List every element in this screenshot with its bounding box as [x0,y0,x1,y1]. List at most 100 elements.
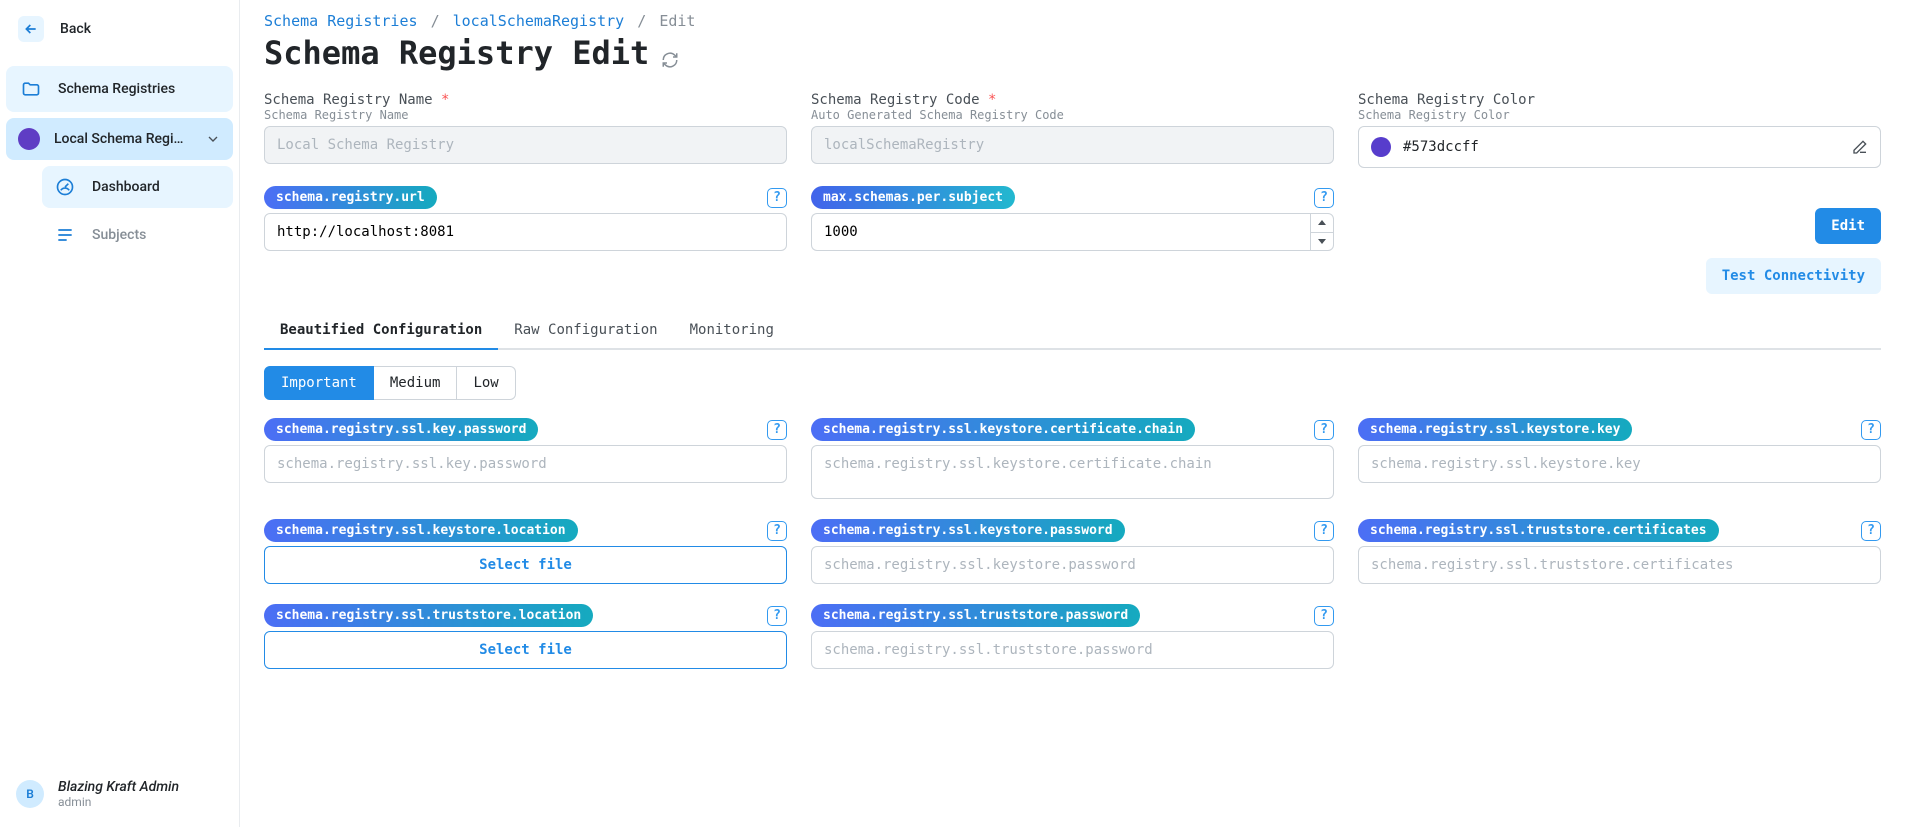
tab-raw[interactable]: Raw Configuration [498,312,673,350]
config-item: schema.registry.ssl.keystore.certificate… [811,418,1334,499]
field-registry-code: Schema Registry Code * Auto Generated Sc… [811,92,1334,168]
help-icon[interactable]: ? [1861,521,1881,541]
field-url: schema.registry.url ? [264,186,787,294]
help-icon[interactable]: ? [1314,521,1334,541]
sidebar-item-subjects[interactable]: Subjects [42,214,233,256]
config-textarea[interactable] [811,445,1334,499]
code-input [811,126,1334,164]
avatar-initial: B [26,787,34,801]
help-icon[interactable]: ? [1314,606,1334,626]
sidebar-subnav: Dashboard Subjects [6,166,233,262]
avatar: B [16,780,44,808]
sidebar-item-label: Subjects [92,227,146,243]
importance-low[interactable]: Low [457,366,515,400]
field-help: Schema Registry Name [264,108,787,122]
sidebar-item-label: Local Schema Regi… [54,131,183,147]
help-icon[interactable]: ? [767,606,787,626]
field-help: Auto Generated Schema Registry Code [811,108,1334,122]
color-swatch [1371,137,1391,157]
config-key-pill: schema.registry.ssl.keystore.location [264,519,578,542]
refresh-icon[interactable] [661,51,679,69]
field-max-schemas: max.schemas.per.subject ? [811,186,1334,294]
select-file-button[interactable]: Select file [264,546,787,584]
user-info: Blazing Kraft Admin admin [58,779,179,809]
test-connectivity-button[interactable]: Test Connectivity [1706,258,1881,294]
config-item: schema.registry.ssl.truststore.password? [811,604,1334,669]
breadcrumb-sep: / [633,12,650,30]
config-key-pill: max.schemas.per.subject [811,186,1015,209]
config-key-pill: schema.registry.ssl.keystore.password [811,519,1125,542]
importance-medium[interactable]: Medium [374,366,458,400]
breadcrumb-link-registry[interactable]: localSchemaRegistry [453,12,625,30]
field-label: Schema Registry Color [1358,92,1881,108]
main-content: Schema Registries / localSchemaRegistry … [240,0,1913,827]
breadcrumb-sep: / [427,12,444,30]
list-icon [52,222,78,248]
stepper-down[interactable] [1311,233,1333,251]
registry-color-icon [18,128,40,150]
breadcrumb-link-registries[interactable]: Schema Registries [264,12,418,30]
config-key-pill: schema.registry.ssl.truststore.certifica… [1358,519,1719,542]
field-help: Schema Registry Color [1358,108,1881,122]
number-steppers [1310,213,1334,251]
config-input[interactable] [264,445,787,483]
sidebar-user[interactable]: B Blazing Kraft Admin admin [6,769,233,819]
config-item: schema.registry.ssl.truststore.location?… [264,604,787,669]
field-label: Schema Registry Code [811,92,980,108]
stepper-up[interactable] [1311,214,1333,233]
breadcrumb-current: Edit [659,12,695,30]
sidebar-item-local-registry[interactable]: Local Schema Regi… [6,118,233,160]
config-item: schema.registry.ssl.key.password? [264,418,787,499]
sidebar-item-label: Schema Registries [58,81,175,97]
chevron-down-icon [205,131,221,147]
help-icon[interactable]: ? [1861,420,1881,440]
edit-button[interactable]: Edit [1815,208,1881,244]
config-item: schema.registry.ssl.keystore.key? [1358,418,1881,499]
back-label: Back [60,21,91,37]
config-input[interactable] [1358,445,1881,483]
config-key-pill: schema.registry.ssl.keystore.key [1358,418,1632,441]
color-picker[interactable]: #573dccff [1358,126,1881,168]
help-icon[interactable]: ? [1314,420,1334,440]
page-title: Schema Registry Edit [264,34,649,72]
config-item: schema.registry.ssl.truststore.certifica… [1358,519,1881,584]
help-icon[interactable]: ? [767,188,787,208]
config-key-pill: schema.registry.ssl.keystore.certificate… [811,418,1195,441]
importance-important[interactable]: Important [264,366,374,400]
pencil-icon [1852,139,1868,155]
select-file-button[interactable]: Select file [264,631,787,669]
field-registry-name: Schema Registry Name * Schema Registry N… [264,92,787,168]
max-schemas-input[interactable] [811,213,1310,251]
tab-monitoring[interactable]: Monitoring [674,312,790,350]
gauge-icon [52,174,78,200]
config-input[interactable] [811,631,1334,669]
config-grid: schema.registry.ssl.key.password? schema.… [264,418,1881,669]
name-input [264,126,787,164]
help-icon[interactable]: ? [1314,188,1334,208]
tab-beautified[interactable]: Beautified Configuration [264,312,498,350]
config-key-pill: schema.registry.ssl.truststore.password [811,604,1140,627]
back-arrow-icon [18,16,44,42]
sidebar-item-label: Dashboard [92,179,160,195]
url-input[interactable] [264,213,787,251]
config-item: schema.registry.ssl.keystore.password? [811,519,1334,584]
help-icon[interactable]: ? [767,521,787,541]
sidebar: Back Schema Registries Local Schema Regi… [0,0,240,827]
importance-toggle: Important Medium Low [264,366,1881,400]
action-buttons: Edit Test Connectivity [1358,186,1881,294]
config-item: schema.registry.ssl.keystore.location? Se… [264,519,787,584]
breadcrumb: Schema Registries / localSchemaRegistry … [264,12,1881,30]
field-label: Schema Registry Name [264,92,433,108]
field-registry-color: Schema Registry Color Schema Registry Co… [1358,92,1881,168]
config-input[interactable] [1358,546,1881,584]
config-tabs: Beautified Configuration Raw Configurati… [264,312,1881,350]
user-role: admin [58,795,179,809]
back-button[interactable]: Back [6,8,233,50]
config-key-pill: schema.registry.url [264,186,437,209]
help-icon[interactable]: ? [767,420,787,440]
folder-icon [18,76,44,102]
config-input[interactable] [811,546,1334,584]
color-value: #573dccff [1403,139,1479,155]
sidebar-item-schema-registries[interactable]: Schema Registries [6,66,233,112]
sidebar-item-dashboard[interactable]: Dashboard [42,166,233,208]
